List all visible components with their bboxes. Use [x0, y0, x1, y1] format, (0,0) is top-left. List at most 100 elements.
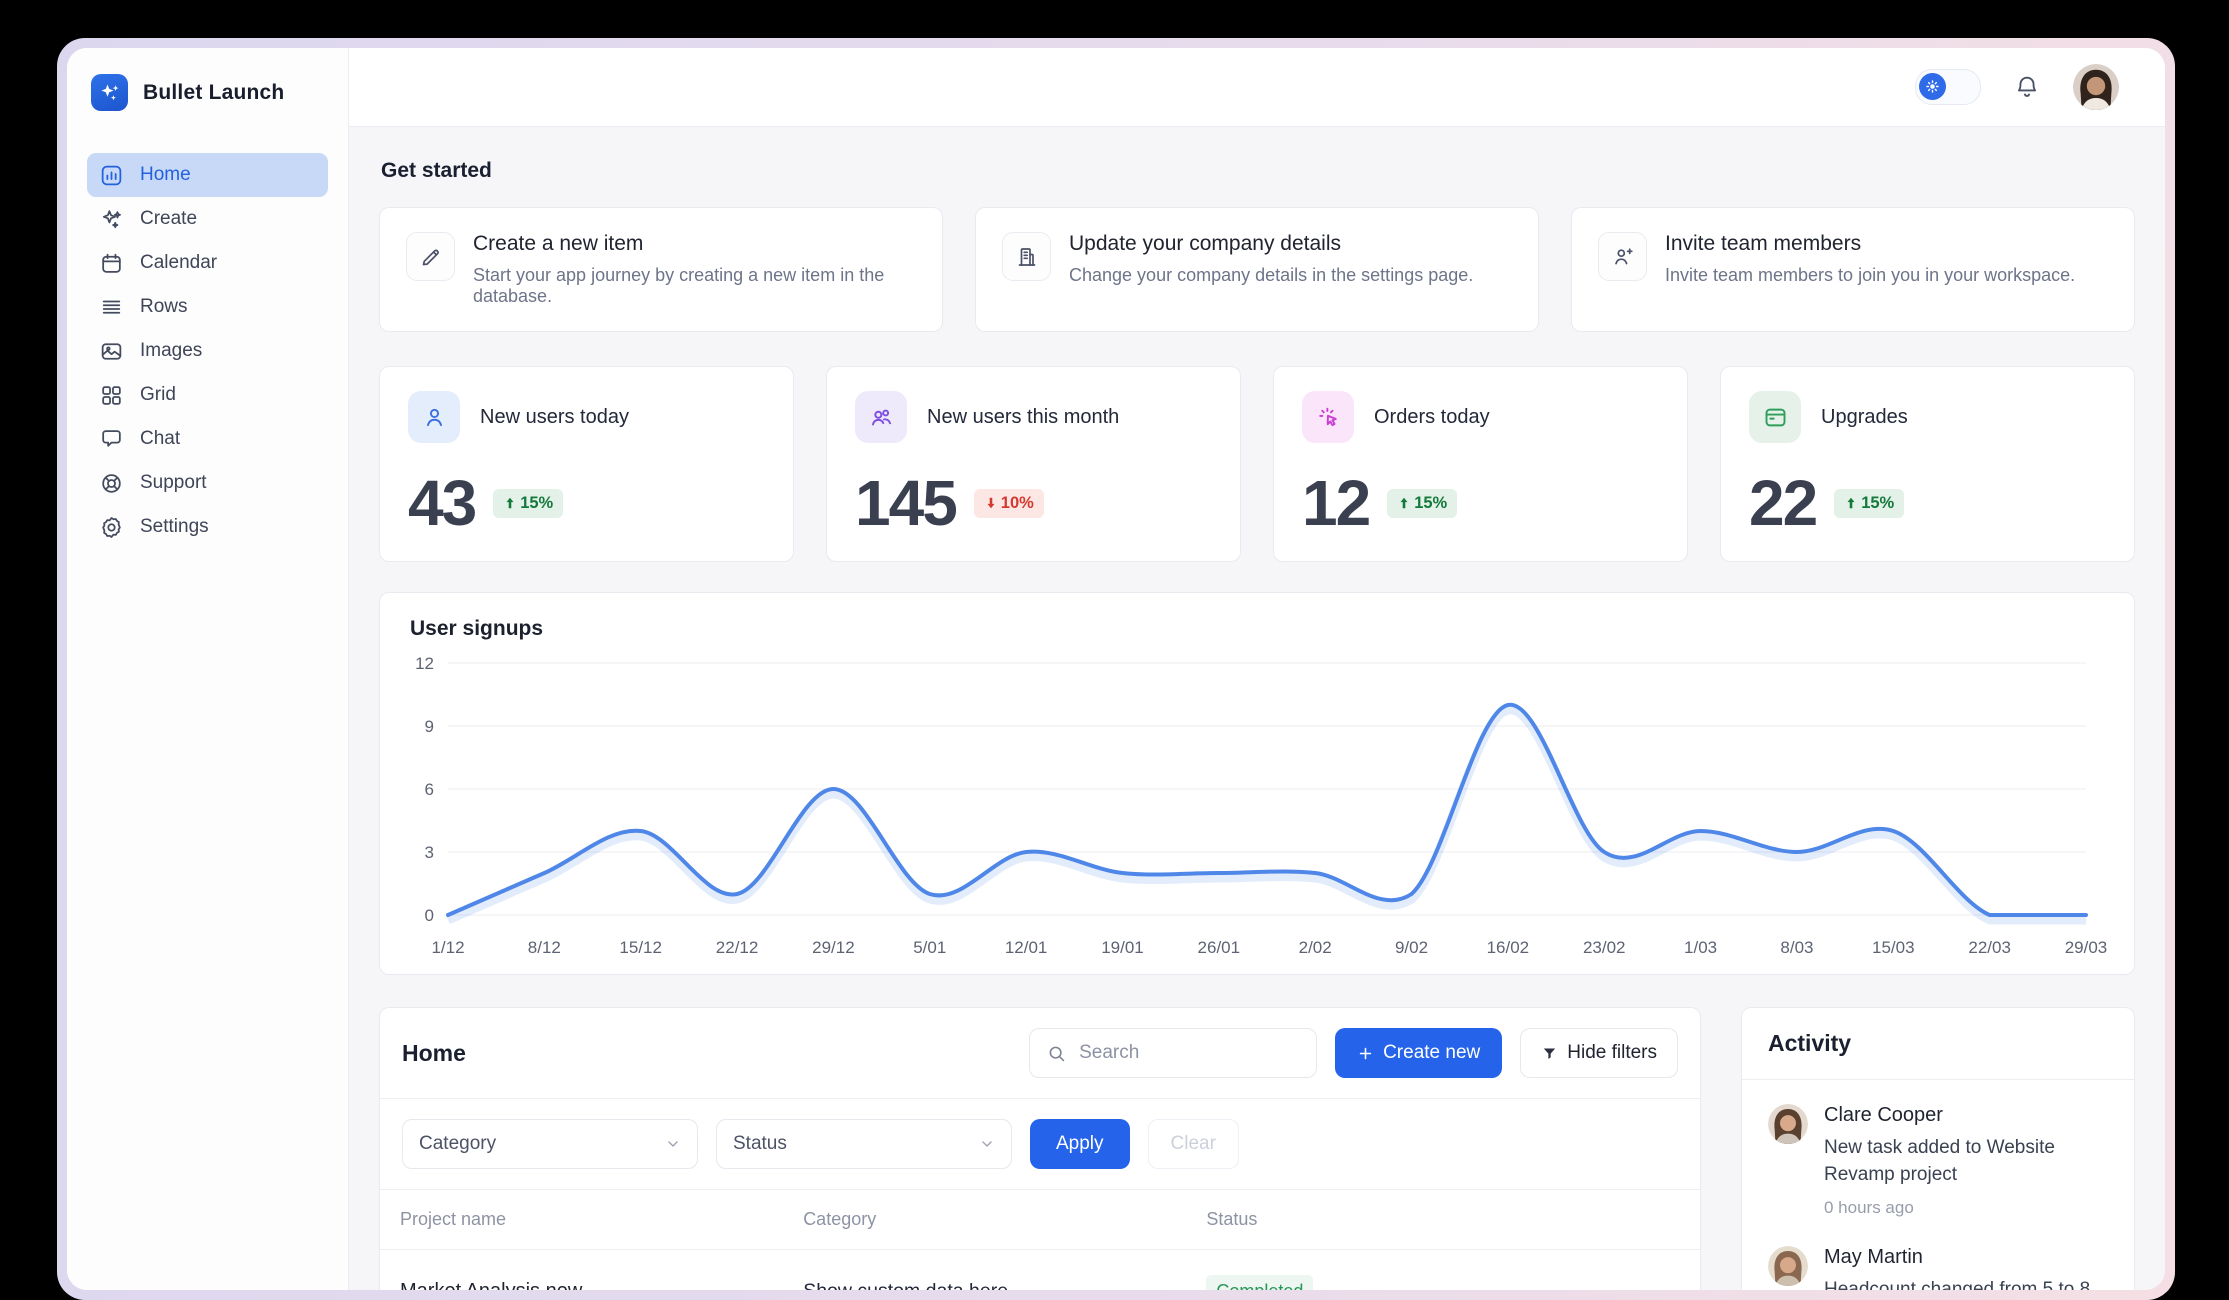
table-row[interactable]: Market Analysis newShow custom data here… [380, 1250, 1700, 1290]
activity-list: Clare CooperNew task added to Website Re… [1742, 1080, 2134, 1290]
column-header-project-name[interactable]: Project name [400, 1209, 803, 1230]
gear-icon [99, 515, 124, 540]
stat-card-orders-today: Orders today 12 15% [1273, 366, 1688, 562]
grid-icon [99, 383, 124, 408]
get-started-card-invite-team-members[interactable]: Invite team membersInvite team members t… [1571, 207, 2135, 332]
activity-item[interactable]: May MartinHeadcount changed from 5 to 8 … [1768, 1246, 2108, 1290]
brand: Bullet Launch [87, 74, 328, 111]
user-avatar[interactable] [2073, 64, 2119, 110]
get-started-card-create-a-new-item[interactable]: Create a new item Start your app journey … [379, 207, 943, 332]
brand-name: Bullet Launch [143, 81, 284, 105]
activity-item[interactable]: Clare CooperNew task added to Website Re… [1768, 1104, 2108, 1218]
trend-badge: 15% [1834, 489, 1904, 518]
category-select[interactable]: Category [402, 1119, 698, 1169]
filters-row: Category Status [380, 1099, 1700, 1189]
chat-icon [99, 427, 124, 452]
status-select[interactable]: Status [716, 1119, 1012, 1169]
svg-text:6: 6 [425, 780, 434, 799]
image-icon [99, 339, 124, 364]
trend-badge: 10% [974, 489, 1044, 518]
trend-up-icon [503, 496, 517, 510]
svg-text:1/12: 1/12 [431, 938, 464, 957]
activity-time: 0 hours ago [1824, 1198, 2108, 1218]
trend-up-icon [1397, 496, 1411, 510]
activity-header: Activity [1742, 1008, 2134, 1080]
svg-text:15/12: 15/12 [619, 938, 662, 957]
search-input[interactable] [1077, 1041, 1300, 1065]
trend-badge: 15% [1387, 489, 1457, 518]
sidebar-item-label: Calendar [140, 252, 217, 274]
topbar [349, 48, 2165, 127]
sidebar-nav: HomeCreate Calendar Rows Images GridChat Supp… [87, 153, 328, 549]
sidebar-item-settings[interactable]: Settings [87, 505, 328, 549]
get-started-card-update-your-company-details[interactable]: Update your company detailsChange your c… [975, 207, 1539, 332]
svg-text:29/03: 29/03 [2065, 938, 2108, 957]
projects-table-card: Home [379, 1007, 1701, 1290]
column-header-status[interactable]: Status [1206, 1209, 1680, 1230]
sidebar-item-support[interactable]: Support [87, 461, 328, 505]
svg-text:15/03: 15/03 [1872, 938, 1915, 957]
sidebar-item-images[interactable]: Images [87, 329, 328, 373]
activity-title: Activity [1768, 1030, 2108, 1057]
stat-label: New users today [480, 406, 629, 429]
table-header-bar: Home [380, 1008, 1700, 1098]
svg-text:0: 0 [425, 906, 434, 925]
plus-icon [1357, 1045, 1374, 1062]
clear-button[interactable]: Clear [1148, 1119, 1239, 1169]
stat-value: 22 [1749, 471, 1816, 535]
apply-button[interactable]: Apply [1030, 1119, 1130, 1169]
search-box[interactable] [1029, 1028, 1317, 1078]
svg-text:26/01: 26/01 [1198, 938, 1241, 957]
chart-title: User signups [410, 617, 2118, 641]
sidebar-item-create[interactable]: Create [87, 197, 328, 241]
users-icon [855, 391, 907, 443]
notifications-button[interactable] [2013, 73, 2041, 101]
svg-text:8/12: 8/12 [528, 938, 561, 957]
svg-text:22/03: 22/03 [1968, 938, 2011, 957]
avatar [1768, 1104, 1808, 1144]
hide-filters-button[interactable]: Hide filters [1520, 1028, 1678, 1078]
stat-value: 43 [408, 471, 475, 535]
sidebar-item-label: Images [140, 340, 202, 362]
svg-text:12: 12 [415, 654, 434, 673]
column-header-category[interactable]: Category [803, 1209, 1206, 1230]
activity-user-name: May Martin [1824, 1246, 2108, 1269]
stat-card-upgrades: Upgrades 22 15% [1720, 366, 2135, 562]
sidebar-item-home[interactable]: Home [87, 153, 328, 197]
sidebar-item-grid[interactable]: Grid [87, 373, 328, 417]
svg-text:19/01: 19/01 [1101, 938, 1144, 957]
main-area: Get started Create a new itemStart your … [349, 48, 2165, 1290]
svg-text:29/12: 29/12 [812, 938, 855, 957]
sidebar-item-calendar[interactable]: Calendar [87, 241, 328, 285]
sidebar-item-chat[interactable]: Chat [87, 417, 328, 461]
sidebar-item-label: Support [140, 472, 207, 494]
pencil-icon [406, 232, 455, 281]
sidebar: Bullet Launch HomeCreate Calendar Rows Imag… [67, 48, 349, 1290]
user-signups-line-chart: 0369121/128/1215/1222/1229/125/0112/0119… [394, 647, 2118, 963]
search-icon [1046, 1043, 1067, 1064]
svg-text:22/12: 22/12 [716, 938, 759, 957]
stat-cards: New users today 43 15% New users this month… [379, 366, 2135, 562]
card-description: Start your app journey by creating a new… [473, 265, 916, 307]
get-started-cards: Create a new item Start your app journey … [379, 207, 2135, 332]
user-signups-card: User signups 0369121/128/1215/1222/1229/… [379, 592, 2135, 975]
stat-value: 12 [1302, 471, 1369, 535]
bullet-launch-app: Bullet Launch HomeCreateCalendarRowsImag… [67, 48, 2165, 1290]
theme-toggle[interactable] [1915, 69, 1981, 105]
stat-card-new-users-this-month: New users this month14510% [826, 366, 1241, 562]
bell-icon [2013, 73, 2041, 101]
card-title: Create a new item [473, 232, 916, 256]
sidebar-item-rows[interactable]: Rows [87, 285, 328, 329]
bottom-section: Home [379, 1007, 2135, 1290]
cursor-click-icon [1302, 391, 1354, 443]
card-description: Invite team members to join you in your … [1665, 265, 2075, 286]
create-new-button[interactable]: Create new [1335, 1028, 1502, 1078]
sidebar-item-label: Settings [140, 516, 209, 538]
chart-square-icon [99, 163, 124, 188]
svg-text:16/02: 16/02 [1487, 938, 1530, 957]
stat-label: Orders today [1374, 406, 1490, 429]
building-icon [1002, 232, 1051, 281]
stat-label: Upgrades [1821, 406, 1908, 429]
brand-sparkles-icon [91, 74, 128, 111]
svg-text:12/01: 12/01 [1005, 938, 1048, 957]
